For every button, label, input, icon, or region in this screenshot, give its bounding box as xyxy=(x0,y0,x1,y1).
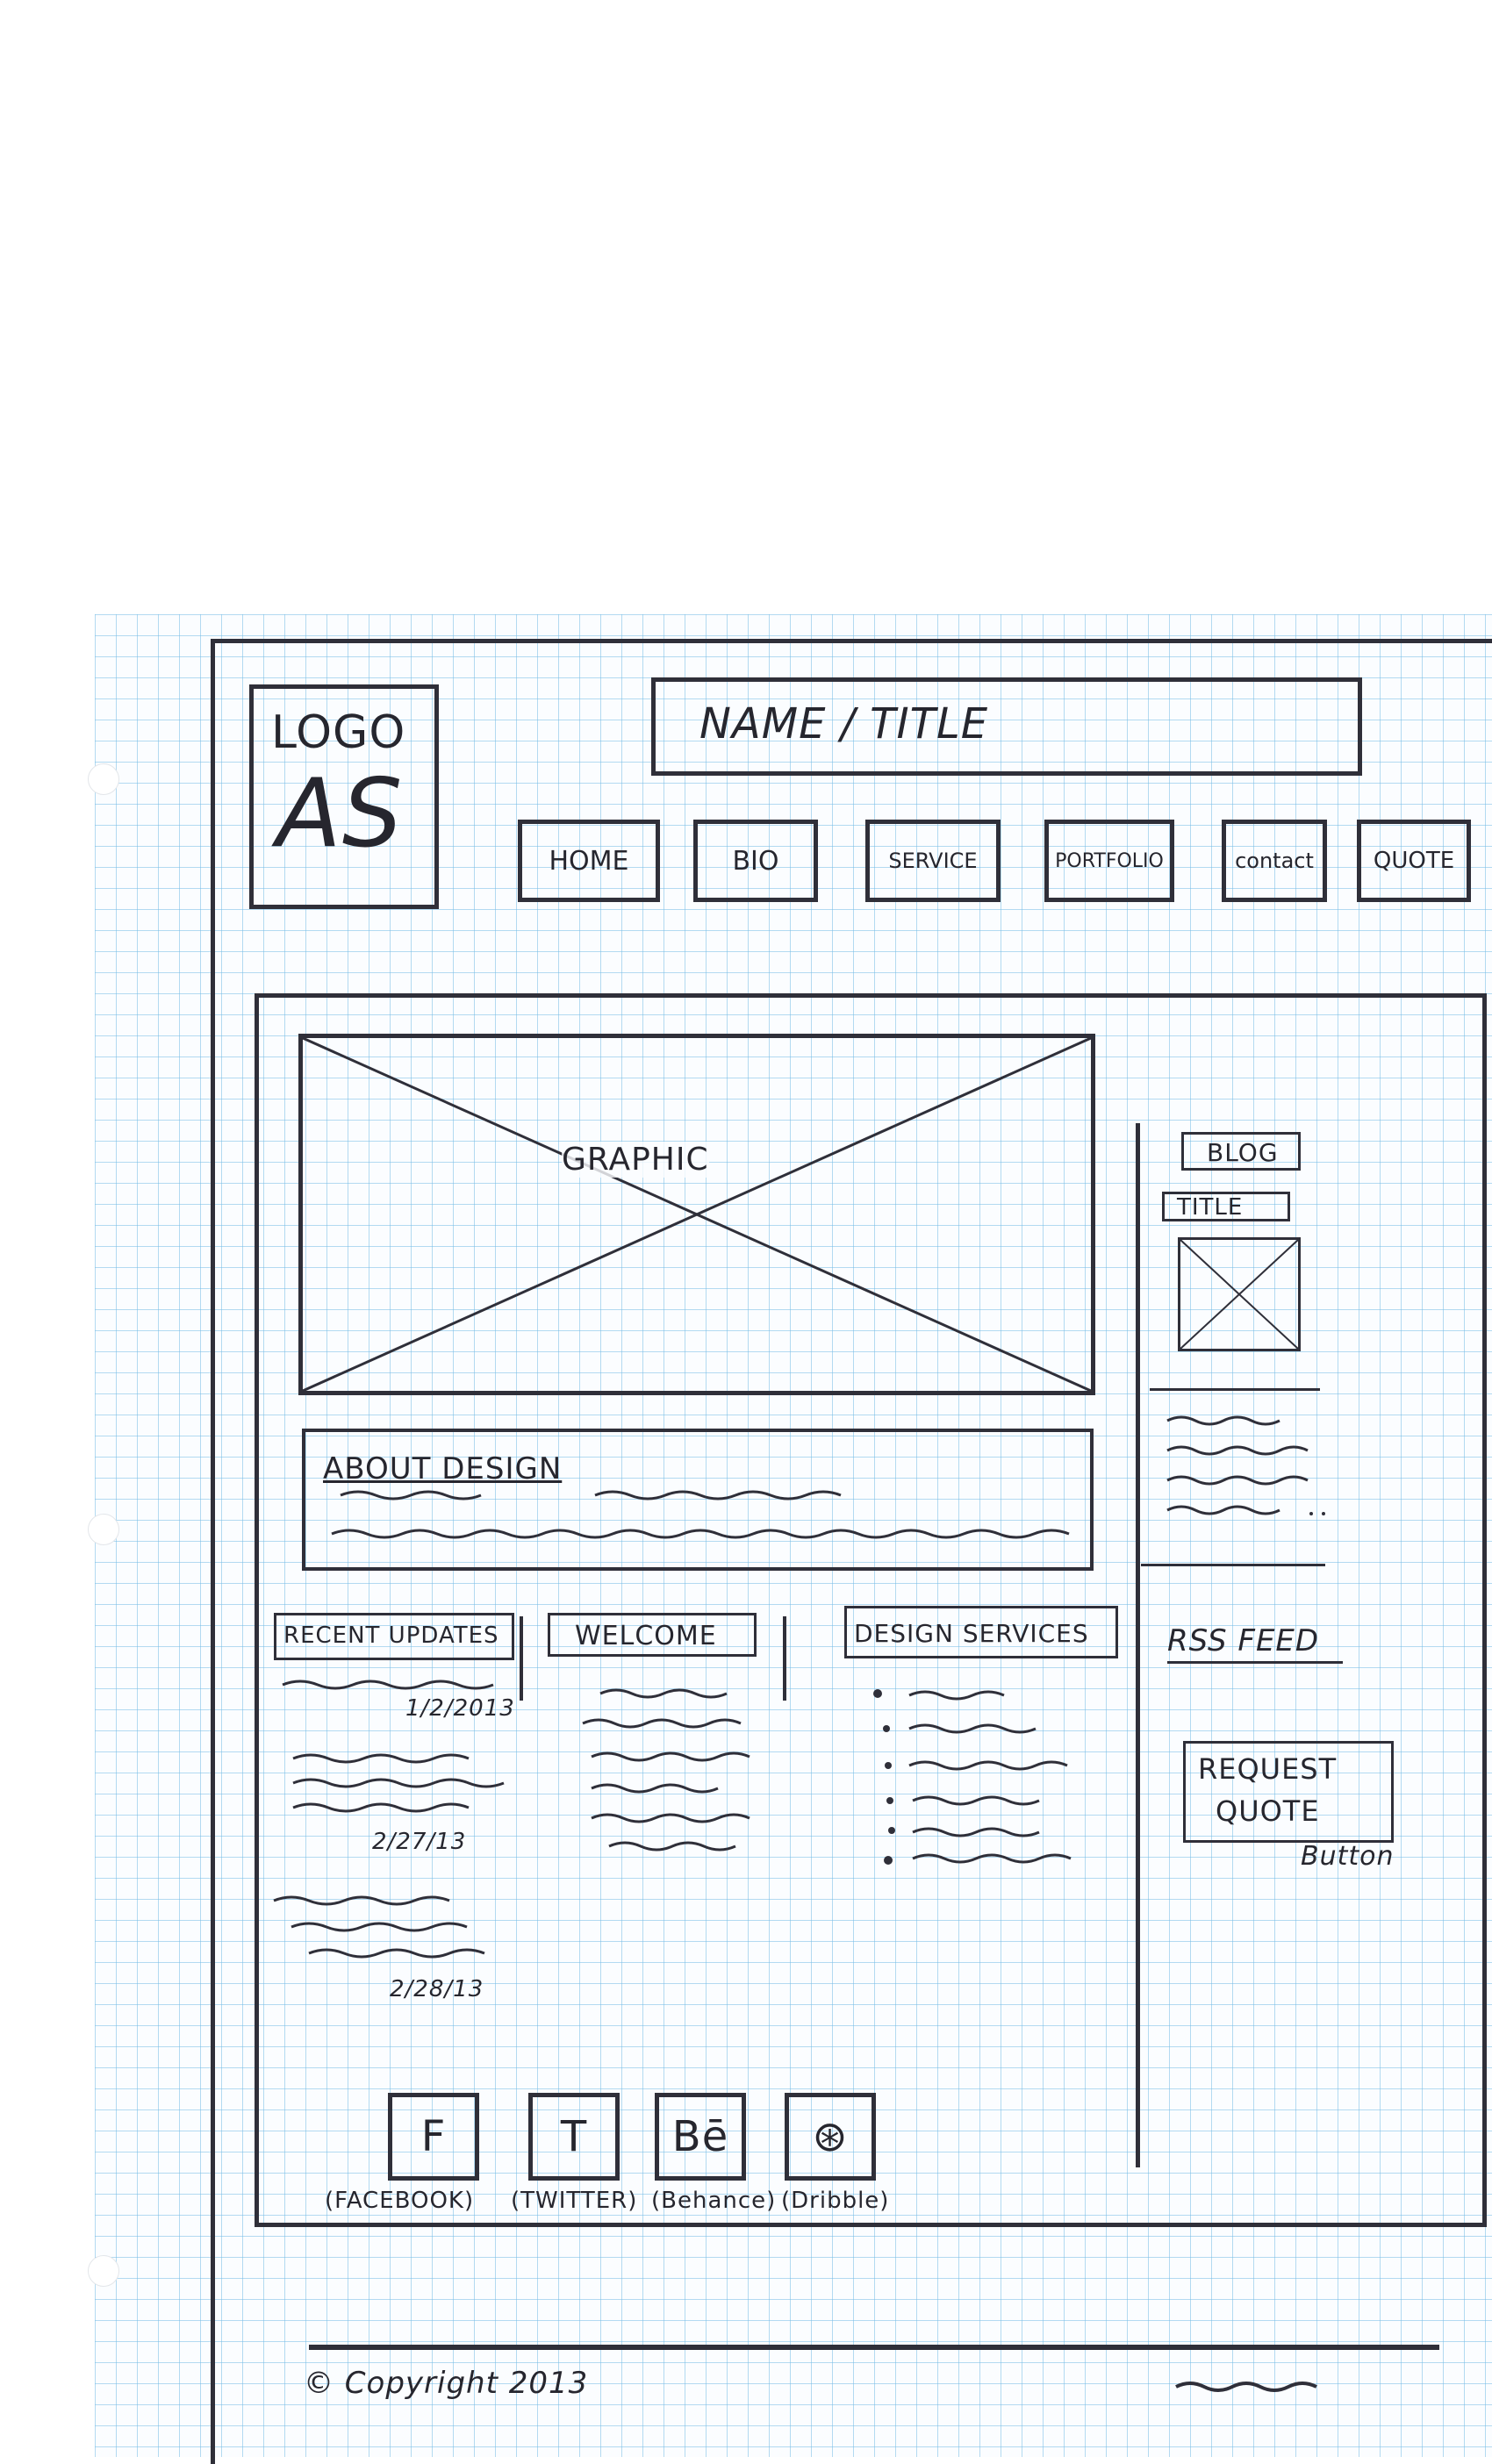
blog-divider xyxy=(1150,1388,1320,1391)
request-quote-line1: REQUEST xyxy=(1198,1752,1338,1786)
update-date: 2/27/13 xyxy=(372,1829,467,1855)
name-title-box: NAME / TITLE xyxy=(651,677,1362,776)
design-services-title-box: DESIGN SERVICES xyxy=(844,1606,1118,1658)
blog-title: TITLE xyxy=(1177,1194,1244,1221)
design-services-title: DESIGN SERVICES xyxy=(854,1619,1089,1648)
twitter-caption: (TWITTER) xyxy=(511,2188,638,2214)
about-text-placeholder xyxy=(331,1490,1070,1539)
welcome-title: WELCOME xyxy=(575,1621,717,1651)
update-text-placeholder xyxy=(292,1753,505,1813)
update-date: 1/2/2013 xyxy=(405,1695,515,1722)
services-bullet-list xyxy=(873,1689,1072,1865)
rss-feed-link[interactable]: RSS FEED xyxy=(1167,1623,1319,1658)
about-section: ABOUT DESIGN xyxy=(302,1429,1094,1571)
twitter-icon[interactable]: T xyxy=(528,2093,620,2181)
nav-quote[interactable]: QUOTE xyxy=(1357,820,1471,902)
blog-title-box[interactable]: TITLE xyxy=(1162,1192,1290,1221)
footer-divider xyxy=(309,2345,1439,2350)
logo-text: LOGO xyxy=(271,706,406,759)
column-divider xyxy=(520,1616,523,1701)
sidebar-divider xyxy=(1136,1123,1140,2167)
binder-hole xyxy=(88,1514,119,1545)
sidebar-section-divider xyxy=(1141,1564,1325,1566)
logo-box[interactable]: LOGO AS xyxy=(249,684,439,909)
behance-caption: (Behance) xyxy=(651,2188,777,2214)
blog-label-box[interactable]: BLOG xyxy=(1181,1132,1301,1171)
graphic-label: GRAPHIC xyxy=(562,1142,709,1178)
button-annotation: Button xyxy=(1301,1841,1395,1872)
about-title: ABOUT DESIGN xyxy=(323,1451,563,1486)
image-placeholder-x-icon xyxy=(1180,1239,1299,1350)
request-quote-button[interactable]: REQUEST QUOTE xyxy=(1183,1741,1394,1843)
dribbble-caption: (Dribble) xyxy=(781,2188,890,2214)
behance-icon[interactable]: Bē xyxy=(655,2093,746,2181)
welcome-title-box: WELCOME xyxy=(548,1613,757,1657)
copyright-text: © Copyright 2013 xyxy=(304,2366,589,2401)
nav-home[interactable]: HOME xyxy=(518,820,660,902)
recent-updates-title-box: RECENT UPDATES xyxy=(274,1613,514,1660)
binder-hole xyxy=(88,2255,119,2287)
rss-underline xyxy=(1167,1661,1343,1664)
facebook-caption: (FACEBOOK) xyxy=(325,2188,475,2214)
column-divider xyxy=(783,1616,786,1701)
nav-service[interactable]: SERVICE xyxy=(865,820,1001,902)
footer-text-placeholder xyxy=(1175,2382,1317,2392)
logo-initials: AS xyxy=(276,759,404,869)
blog-thumbnail[interactable] xyxy=(1178,1237,1301,1351)
facebook-icon[interactable]: F xyxy=(388,2093,479,2181)
dribbble-icon[interactable]: ⊛ xyxy=(785,2093,876,2181)
image-placeholder-x-icon xyxy=(302,1036,1092,1393)
update-date: 2/28/13 xyxy=(390,1976,484,2002)
welcome-text-placeholder xyxy=(582,1688,750,1852)
name-title: NAME / TITLE xyxy=(699,699,989,749)
recent-updates-title: RECENT UPDATES xyxy=(283,1622,499,1649)
nav-bio[interactable]: BIO xyxy=(693,820,818,902)
blog-text-placeholder xyxy=(1166,1415,1325,1515)
nav-contact[interactable]: contact xyxy=(1222,820,1327,902)
binder-hole xyxy=(88,763,119,795)
hero-graphic: GRAPHIC xyxy=(298,1034,1095,1395)
nav-portfolio[interactable]: PORTFOLIO xyxy=(1044,820,1174,902)
request-quote-line2: QUOTE xyxy=(1216,1794,1320,1828)
update-text-placeholder xyxy=(273,1895,485,1959)
blog-label: BLOG xyxy=(1207,1138,1279,1167)
